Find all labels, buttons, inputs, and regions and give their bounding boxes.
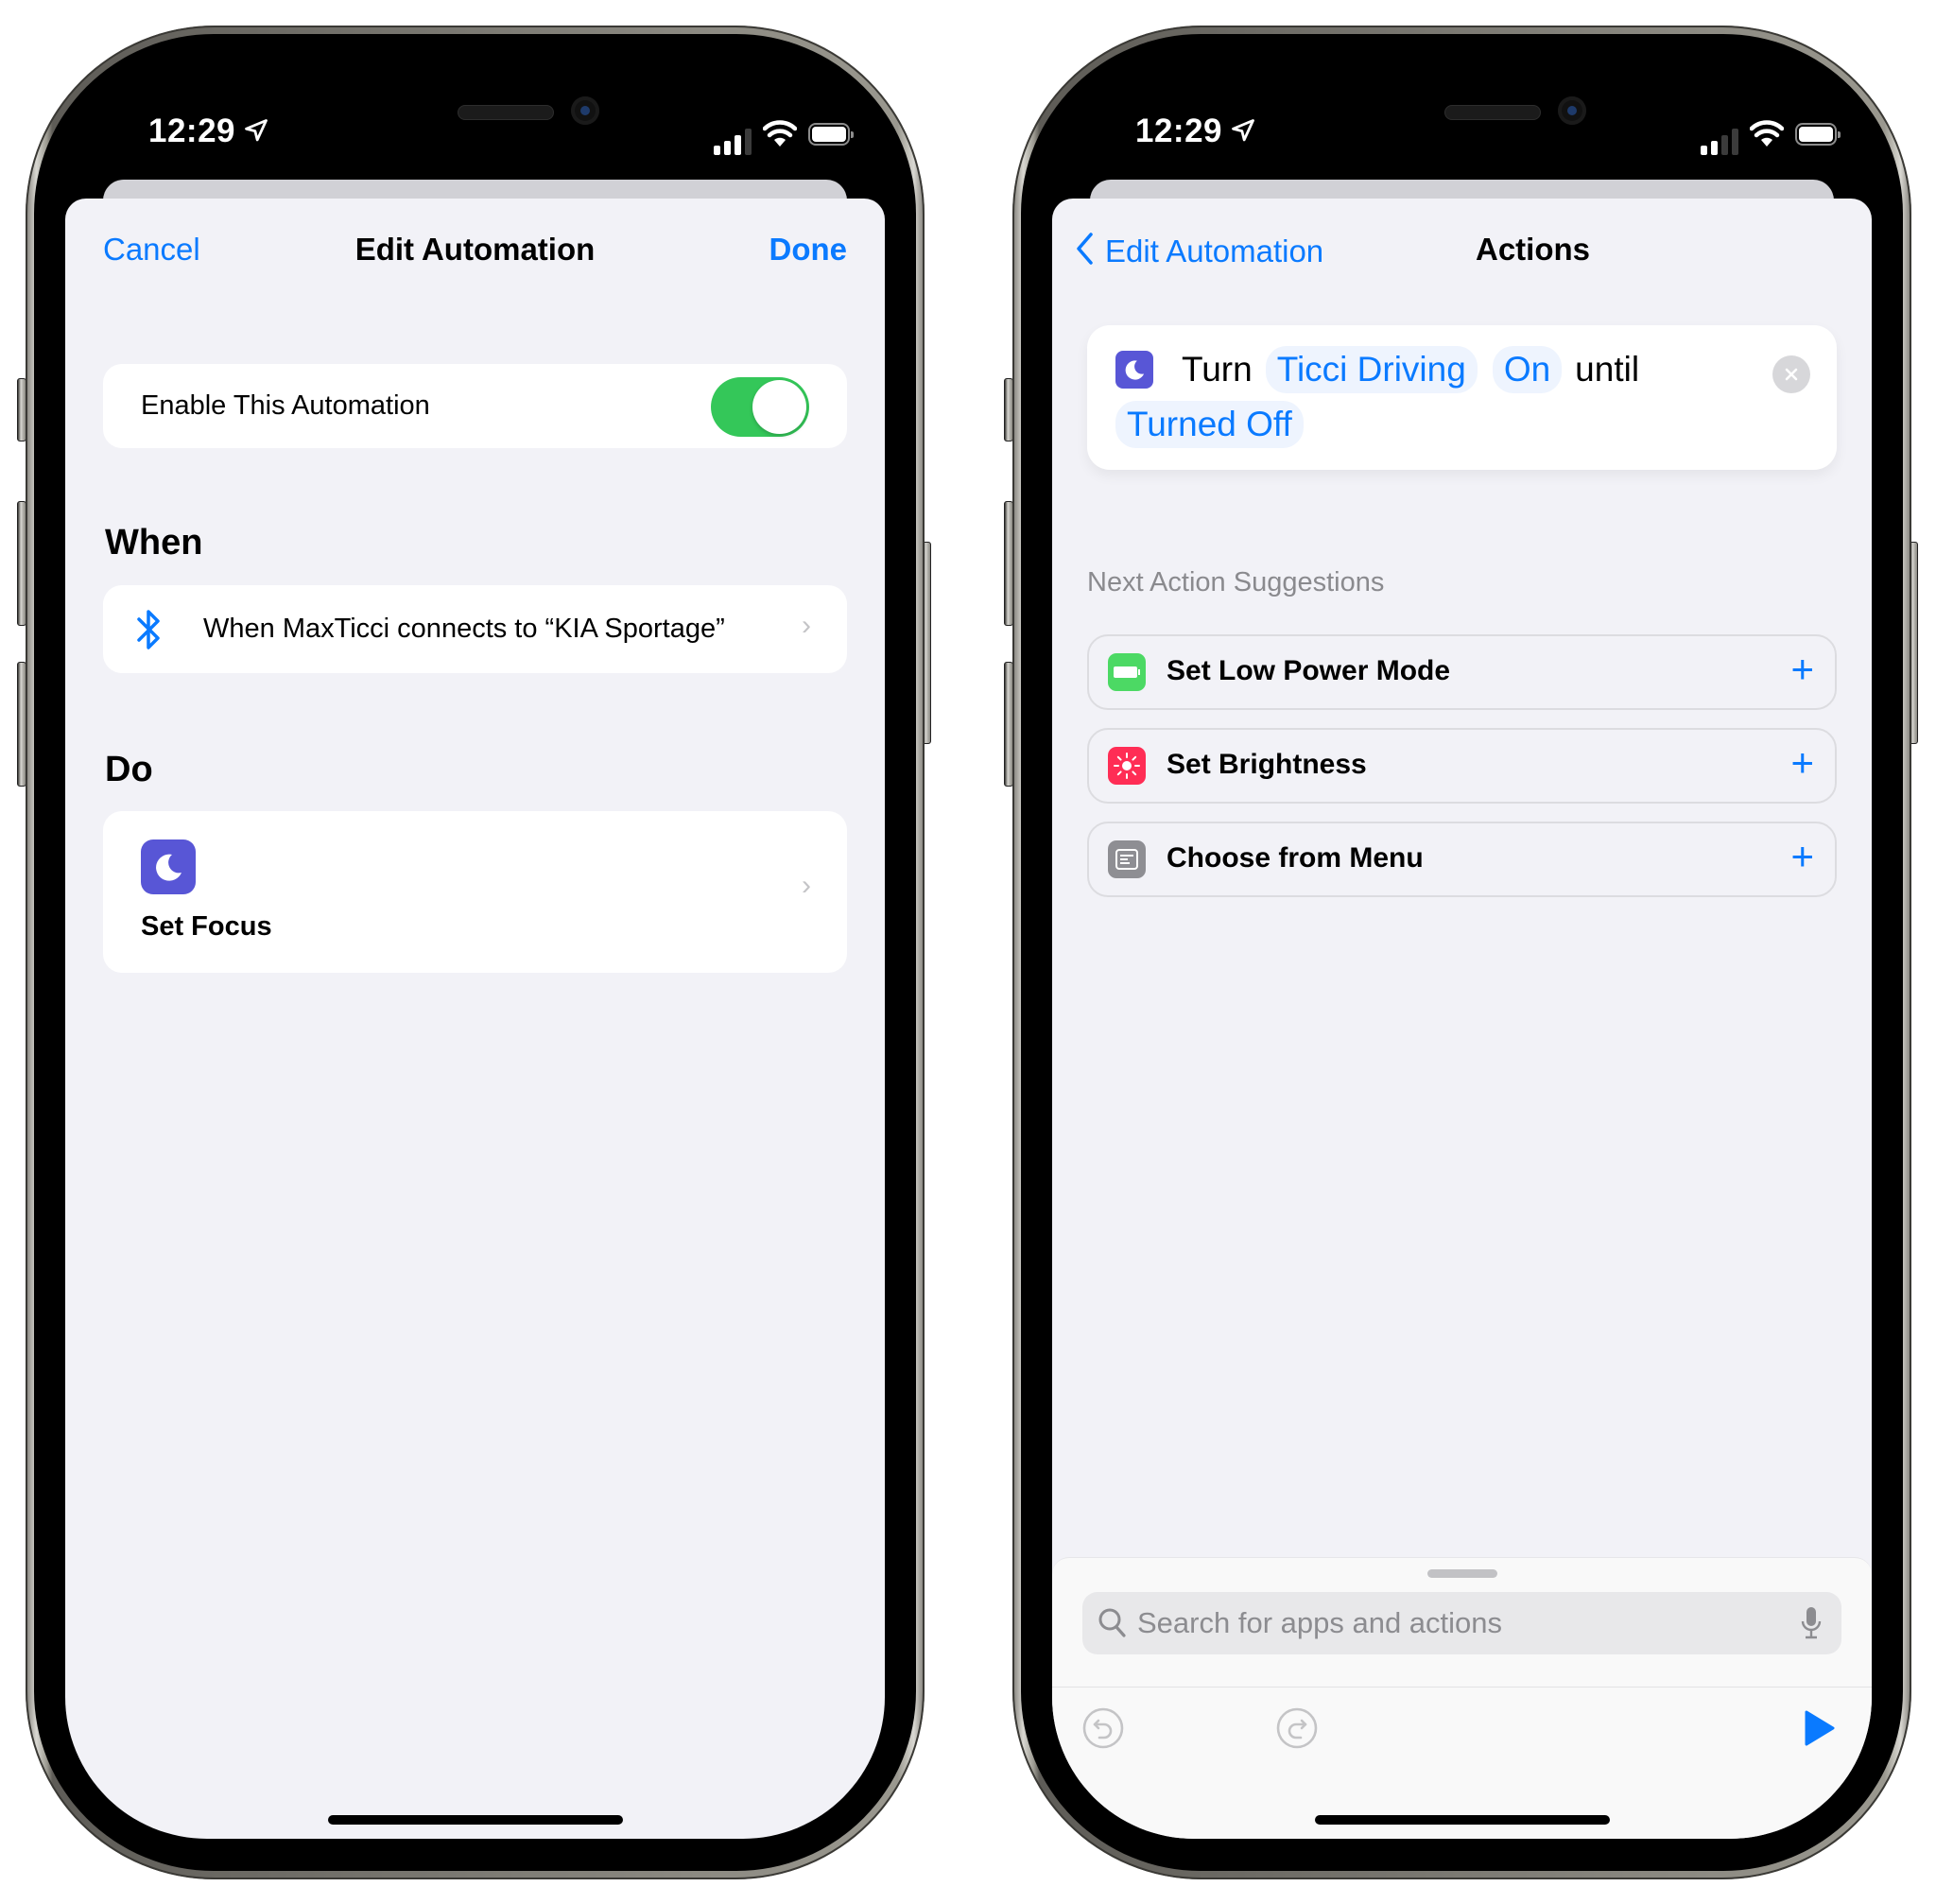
focus-parameter[interactable]: Ticci Driving — [1265, 346, 1478, 393]
redo-icon[interactable] — [1276, 1707, 1318, 1749]
front-camera — [571, 96, 599, 125]
menu-icon — [1108, 840, 1146, 878]
chevron-right-icon: › — [802, 610, 811, 641]
wifi-icon — [763, 120, 797, 147]
search-input[interactable]: Search for apps and actions — [1082, 1592, 1841, 1654]
front-camera — [1558, 96, 1586, 125]
battery-icon — [808, 123, 854, 146]
do-action-row[interactable]: Set Focus › — [103, 811, 847, 973]
play-icon[interactable] — [1804, 1709, 1836, 1747]
nav-bar: Edit Automation Cancel Done — [65, 199, 885, 293]
nav-bar: Edit Automation Actions — [1052, 199, 1872, 293]
search-placeholder: Search for apps and actions — [1137, 1606, 1503, 1639]
signal-bar — [1701, 146, 1707, 155]
microphone-icon[interactable] — [1800, 1605, 1823, 1641]
location-arrow-icon — [245, 119, 268, 142]
status-bar: 12:29 — [1052, 65, 1872, 179]
set-focus-label: Set Focus — [141, 911, 272, 942]
moon-icon — [141, 839, 196, 894]
suggestion-item[interactable]: Choose from Menu + — [1087, 822, 1837, 897]
page-title: Actions — [1475, 232, 1590, 267]
close-icon — [1785, 368, 1798, 381]
do-heading: Do — [105, 750, 153, 789]
toggle-knob — [752, 380, 806, 434]
earpiece-speaker — [1444, 105, 1541, 120]
suggestion-item[interactable]: Set Low Power Mode + — [1087, 634, 1837, 710]
chevron-right-icon: › — [802, 870, 811, 901]
right-phone: 12:29 Edit Automation Actions Turn Ticci… — [1004, 26, 1918, 1879]
home-indicator[interactable] — [327, 1815, 623, 1825]
signal-icon — [714, 129, 752, 155]
suggestion-item[interactable]: Set Brightness + — [1087, 728, 1837, 804]
bluetooth-icon — [137, 610, 160, 649]
until-parameter[interactable]: Turned Off — [1115, 401, 1304, 448]
suggestions-heading: Next Action Suggestions — [1087, 567, 1385, 597]
suggestion-label: Choose from Menu — [1167, 842, 1424, 874]
signal-bar — [714, 146, 720, 155]
add-icon[interactable]: + — [1790, 837, 1814, 876]
remove-action-button[interactable] — [1772, 355, 1810, 393]
enable-toggle[interactable] — [711, 377, 809, 437]
signal-bar — [1721, 135, 1728, 155]
edit-automation-sheet: Edit Automation Cancel Done Enable This … — [65, 199, 885, 1839]
battery-icon — [1108, 653, 1146, 691]
trigger-text: When MaxTicci connects to “KIA Sportage” — [203, 614, 725, 644]
earpiece-speaker — [458, 105, 554, 120]
sun-icon — [1108, 747, 1146, 785]
done-button[interactable]: Done — [769, 232, 848, 268]
signal-icon — [1701, 129, 1738, 155]
time-text: 12:29 — [1135, 113, 1223, 149]
action-line-2: Turned Off — [1115, 401, 1304, 448]
suggestion-label: Set Low Power Mode — [1167, 655, 1451, 686]
search-icon — [1098, 1608, 1126, 1637]
action-search-panel: Search for apps and actions — [1052, 1557, 1872, 1839]
signal-bar — [724, 141, 731, 155]
state-parameter[interactable]: On — [1492, 346, 1563, 393]
add-icon[interactable]: + — [1790, 649, 1814, 689]
left-phone: 12:29 Edit Automation Cancel Done Enable… — [17, 26, 931, 1879]
toolbar-divider — [1052, 1687, 1872, 1688]
time-text: 12:29 — [148, 113, 236, 149]
suggestion-label: Set Brightness — [1167, 749, 1367, 780]
when-heading: When — [105, 523, 203, 563]
signal-bar — [1732, 129, 1738, 155]
status-bar: 12:29 — [65, 65, 885, 179]
undo-icon[interactable] — [1082, 1707, 1124, 1749]
turn-word: Turn — [1182, 350, 1253, 389]
moon-icon — [1115, 351, 1153, 389]
drag-handle[interactable] — [1426, 1569, 1497, 1578]
enable-label: Enable This Automation — [141, 390, 430, 421]
status-time: 12:29 — [1135, 113, 1256, 150]
chevron-left-icon — [1077, 233, 1093, 265]
home-indicator[interactable] — [1314, 1815, 1610, 1825]
battery-icon — [1795, 123, 1841, 146]
screen: 12:29 Edit Automation Actions Turn Ticci… — [1052, 65, 1872, 1839]
focus-action-card[interactable]: Turn Ticci Driving On until Turned Off — [1087, 325, 1837, 470]
signal-bar — [1711, 141, 1718, 155]
when-trigger-row[interactable]: When MaxTicci connects to “KIA Sportage”… — [103, 585, 847, 673]
actions-sheet: Edit Automation Actions Turn Ticci Drivi… — [1052, 199, 1872, 1839]
wifi-icon — [1750, 120, 1784, 147]
signal-bar — [745, 129, 752, 155]
cancel-button[interactable]: Cancel — [103, 232, 200, 268]
until-word: until — [1575, 350, 1640, 389]
action-line-1: Turn Ticci Driving On until — [1115, 346, 1643, 393]
location-arrow-icon — [1232, 119, 1254, 142]
add-icon[interactable]: + — [1790, 743, 1814, 783]
signal-bar — [735, 135, 741, 155]
screen: 12:29 Edit Automation Cancel Done Enable… — [65, 65, 885, 1839]
status-time: 12:29 — [148, 113, 269, 150]
enable-automation-row: Enable This Automation — [103, 364, 847, 448]
